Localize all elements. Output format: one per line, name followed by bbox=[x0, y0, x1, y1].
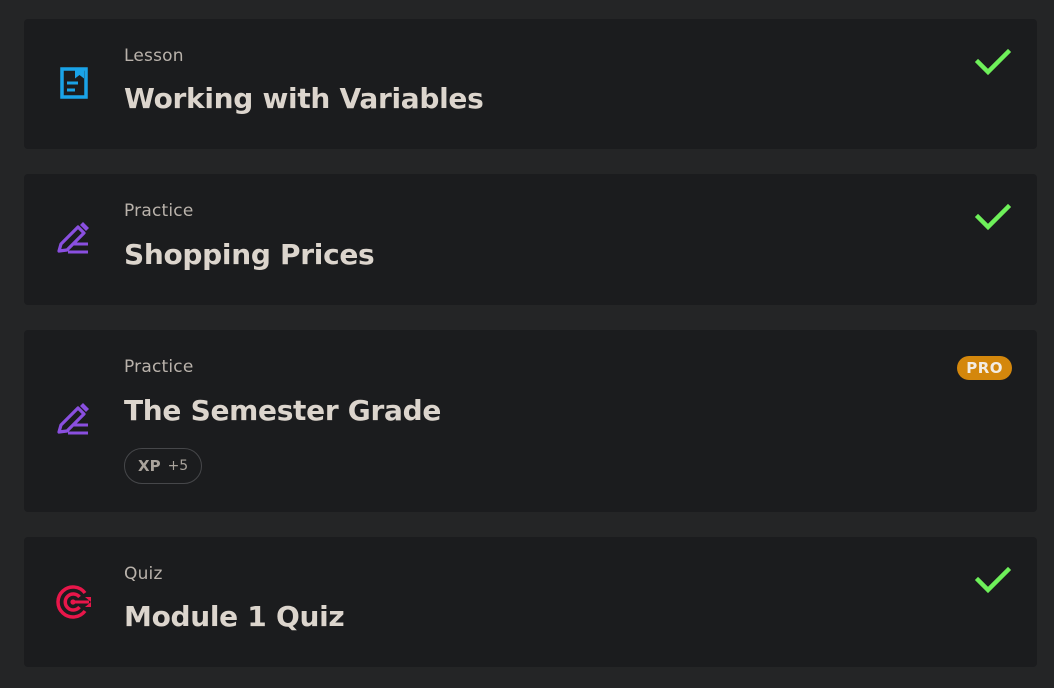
checkmark-icon bbox=[975, 203, 1011, 231]
item-title: Module 1 Quiz bbox=[124, 600, 345, 633]
item-title: Working with Variables bbox=[124, 82, 484, 115]
item-type-label: Practice bbox=[124, 201, 194, 221]
list-item-practice-pro[interactable]: Practice The Semester Grade PRO XP +5 bbox=[24, 330, 1037, 512]
lesson-list: Lesson Working with Variables Practice S… bbox=[0, 0, 1054, 688]
xp-value: +5 bbox=[167, 458, 189, 474]
item-title: The Semester Grade bbox=[124, 394, 442, 427]
xp-label: XP bbox=[138, 457, 161, 475]
pro-badge: PRO bbox=[957, 356, 1012, 380]
target-icon bbox=[56, 585, 91, 619]
item-type-label: Lesson bbox=[124, 46, 184, 66]
item-type-label: Practice bbox=[124, 357, 194, 377]
list-item-lesson[interactable]: Lesson Working with Variables bbox=[24, 19, 1037, 149]
list-item-quiz[interactable]: Quiz Module 1 Quiz bbox=[24, 537, 1037, 667]
xp-chip: XP +5 bbox=[124, 448, 203, 484]
checkmark-icon bbox=[975, 566, 1011, 594]
document-icon bbox=[60, 67, 88, 99]
list-item-practice[interactable]: Practice Shopping Prices bbox=[24, 174, 1037, 305]
pencil-icon bbox=[57, 222, 89, 254]
item-title: Shopping Prices bbox=[124, 238, 375, 271]
checkmark-icon bbox=[975, 48, 1011, 76]
item-type-label: Quiz bbox=[124, 564, 163, 584]
pencil-icon bbox=[57, 403, 89, 435]
